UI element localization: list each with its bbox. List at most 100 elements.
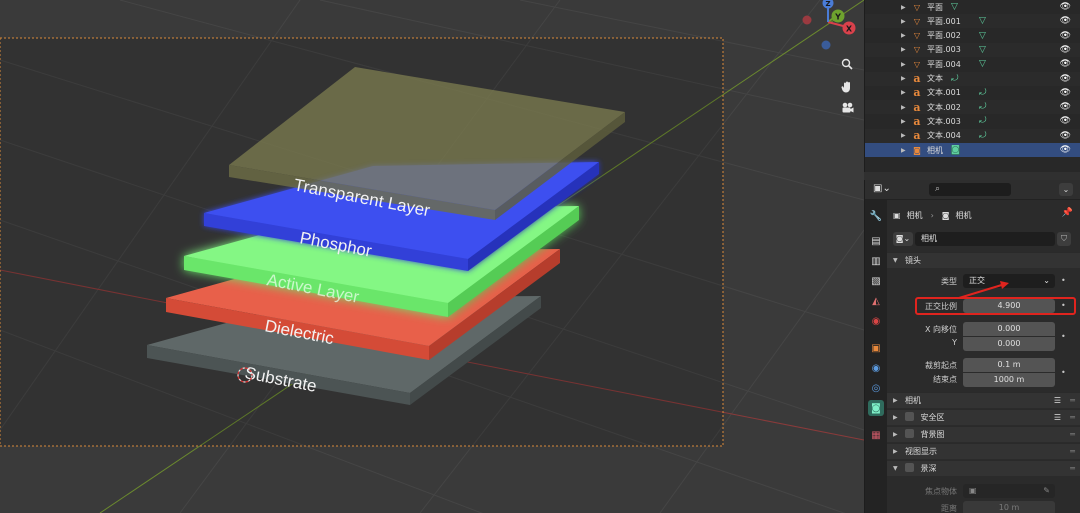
datablock-browse-button[interactable]: ◙⌄ [893, 232, 913, 246]
expand-arrow-icon[interactable]: ▶ [901, 132, 906, 139]
tab-world[interactable]: ◉ [868, 313, 884, 329]
outliner-item[interactable]: ▶ ▽ 平面.002 ▽ 👁 [865, 29, 1080, 43]
mesh-data-icon[interactable]: ▽ [979, 16, 986, 26]
tab-object[interactable]: ▣ [868, 340, 884, 356]
clip-start-field[interactable]: 0.1 m [963, 358, 1055, 372]
drag-handle-icon[interactable]: ═ [1070, 410, 1075, 426]
safe-areas-checkbox[interactable] [905, 412, 914, 421]
keyframe-dot-icon[interactable]: • [1061, 368, 1066, 377]
preset-list-icon[interactable]: ☰ [1054, 393, 1061, 409]
preset-list-icon[interactable]: ☰ [1054, 410, 1061, 426]
mesh-data-icon[interactable]: ▽ [979, 59, 986, 69]
expand-arrow-icon[interactable]: ▶ [901, 118, 906, 125]
drag-handle-icon[interactable]: ═ [1070, 393, 1075, 409]
curve-data-icon[interactable]: ⤾ [979, 131, 987, 141]
background-images-checkbox[interactable] [905, 429, 914, 438]
camera-data-icon[interactable]: ◙ [951, 145, 960, 156]
outliner-item-label[interactable]: 平面.003 [927, 44, 961, 55]
visibility-eye-icon[interactable]: 👁 [1060, 16, 1071, 26]
panel-background-images-header[interactable]: ▶ 背景图 ═ [887, 426, 1080, 442]
expand-arrow-icon[interactable]: ▶ [901, 61, 906, 68]
keyframe-dot-icon[interactable]: • [1061, 332, 1066, 341]
visibility-eye-icon[interactable]: 👁 [1060, 131, 1071, 141]
outliner-item[interactable]: ▶ a 文本.003 ⤾ 👁 [865, 114, 1080, 128]
visibility-eye-icon[interactable]: 👁 [1060, 74, 1071, 84]
visibility-eye-icon[interactable]: 👁 [1060, 2, 1071, 12]
keyframe-dot-icon[interactable]: • [1061, 276, 1066, 285]
mesh-data-icon[interactable]: ▽ [979, 31, 986, 41]
shift-x-field[interactable]: 0.000 [963, 322, 1055, 336]
fake-user-shield-icon[interactable]: ⛉ [1057, 232, 1071, 246]
curve-data-icon[interactable]: ⤾ [979, 88, 987, 98]
panel-safe-areas-header[interactable]: ▶ 安全区 ☰ ═ [887, 409, 1080, 425]
outliner-item[interactable]: ▶ ◙ 相机 ◙ 👁 [865, 143, 1080, 158]
keyframe-dot-icon[interactable]: • [1061, 301, 1066, 310]
drag-handle-icon[interactable]: ═ [1070, 461, 1075, 477]
outliner-item-label[interactable]: 文本.002 [927, 102, 961, 113]
tab-physics[interactable]: ◉ [868, 360, 884, 376]
mesh-data-icon[interactable]: ▽ [951, 2, 958, 12]
expand-arrow-icon[interactable]: ▶ [901, 75, 906, 82]
tab-constraints[interactable]: ◎ [868, 380, 884, 396]
curve-data-icon[interactable]: ⤾ [979, 116, 987, 126]
expand-arrow-icon[interactable]: ▶ [901, 89, 906, 96]
outliner-item-label[interactable]: 平面.001 [927, 16, 961, 27]
ortho-scale-field[interactable]: 4.900 [963, 299, 1055, 313]
outliner-item-label[interactable]: 文本.001 [927, 87, 961, 98]
outliner-item-label[interactable]: 平面 [927, 2, 943, 13]
visibility-eye-icon[interactable]: 👁 [1060, 45, 1071, 55]
focus-object-field[interactable]: ▣ ✎ [963, 484, 1055, 498]
tab-scene[interactable]: ◭ [868, 293, 884, 309]
outliner-item[interactable]: ▶ a 文本.004 ⤾ 👁 [865, 128, 1080, 143]
visibility-eye-icon[interactable]: 👁 [1060, 102, 1071, 112]
outliner-item[interactable]: ▶ a 文本 ⤾ 👁 [865, 71, 1080, 86]
pin-icon[interactable]: 📌 [1062, 208, 1073, 218]
tab-texture[interactable]: ▦ [868, 427, 884, 443]
visibility-eye-icon[interactable]: 👁 [1060, 59, 1071, 69]
expand-arrow-icon[interactable]: ▶ [901, 46, 906, 53]
shift-y-field[interactable]: 0.000 [963, 337, 1055, 351]
visibility-eye-icon[interactable]: 👁 [1060, 88, 1071, 98]
clip-end-field[interactable]: 1000 m [963, 373, 1055, 387]
curve-data-icon[interactable]: ⤾ [979, 102, 987, 112]
expand-arrow-icon[interactable]: ▶ [901, 147, 906, 154]
zoom-icon[interactable] [838, 55, 856, 73]
curve-data-icon[interactable]: ⤾ [951, 74, 959, 84]
distance-field[interactable]: 10 m [963, 501, 1055, 513]
tab-render[interactable]: ▤ [868, 233, 884, 249]
eyedropper-icon[interactable]: ✎ [1043, 484, 1050, 498]
outliner-item[interactable]: ▶ ▽ 平面.003 ▽ 👁 [865, 42, 1080, 58]
outliner-item-label[interactable]: 文本 [927, 73, 943, 84]
outliner-item[interactable]: ▶ ▽ 平面.004 ▽ 👁 [865, 57, 1080, 71]
hand-icon[interactable] [838, 77, 856, 95]
panel-lens-header[interactable]: ▼ 镜头 [887, 252, 1080, 268]
visibility-eye-icon[interactable]: 👁 [1060, 116, 1071, 126]
tab-view-layer[interactable]: ▧ [868, 273, 884, 289]
outliner[interactable]: ▶ ▽ 平面 ▽ 👁 ▶ ▽ 平面.001 ▽ 👁 ▶ ▽ 平面.002 ▽ 👁 ▶ ▽ 平面.003 ▽ 👁 ▶ ▽ 平面… [864, 0, 1080, 172]
tab-camera-data[interactable]: ◙ [868, 400, 884, 416]
outliner-item-label[interactable]: 相机 [927, 145, 943, 156]
panel-viewport-display-header[interactable]: ▶ 视图显示 ═ [887, 443, 1080, 459]
properties-editor[interactable]: ▣⌄ ⌕ ⌄ 🔧 ▤ ▥ ▧ ◭ ◉ ▣ ◉ ◎ ◙ ▦ ▣ 相机 › ◙ 相机 [864, 180, 1080, 513]
editor-type-button[interactable]: ▣⌄ [873, 183, 895, 197]
outliner-item[interactable]: ▶ ▽ 平面 ▽ 👁 [865, 0, 1080, 14]
properties-search-input[interactable]: ⌕ [929, 183, 1011, 196]
tab-output[interactable]: ▥ [868, 253, 884, 269]
expand-arrow-icon[interactable]: ▶ [901, 32, 906, 39]
datablock-name-field[interactable]: 相机 [915, 232, 1055, 246]
visibility-eye-icon[interactable]: 👁 [1060, 145, 1071, 155]
outliner-item-label[interactable]: 平面.004 [927, 59, 961, 70]
outliner-item-label[interactable]: 平面.002 [927, 30, 961, 41]
expand-arrow-icon[interactable]: ▶ [901, 4, 906, 11]
options-dropdown-button[interactable]: ⌄ [1059, 183, 1073, 196]
expand-arrow-icon[interactable]: ▶ [901, 104, 906, 111]
drag-handle-icon[interactable]: ═ [1070, 444, 1075, 460]
outliner-item[interactable]: ▶ ▽ 平面.001 ▽ 👁 [865, 14, 1080, 29]
drag-handle-icon[interactable]: ═ [1070, 427, 1075, 443]
mesh-data-icon[interactable]: ▽ [979, 45, 986, 55]
panel-depth-of-field-header[interactable]: ▼ 景深 ═ [887, 460, 1080, 476]
outliner-item[interactable]: ▶ a 文本.001 ⤾ 👁 [865, 86, 1080, 100]
navigation-gizmo[interactable]: Y X Z [802, 0, 856, 50]
outliner-item-label[interactable]: 文本.004 [927, 130, 961, 141]
tab-tool[interactable]: 🔧 [868, 208, 884, 224]
